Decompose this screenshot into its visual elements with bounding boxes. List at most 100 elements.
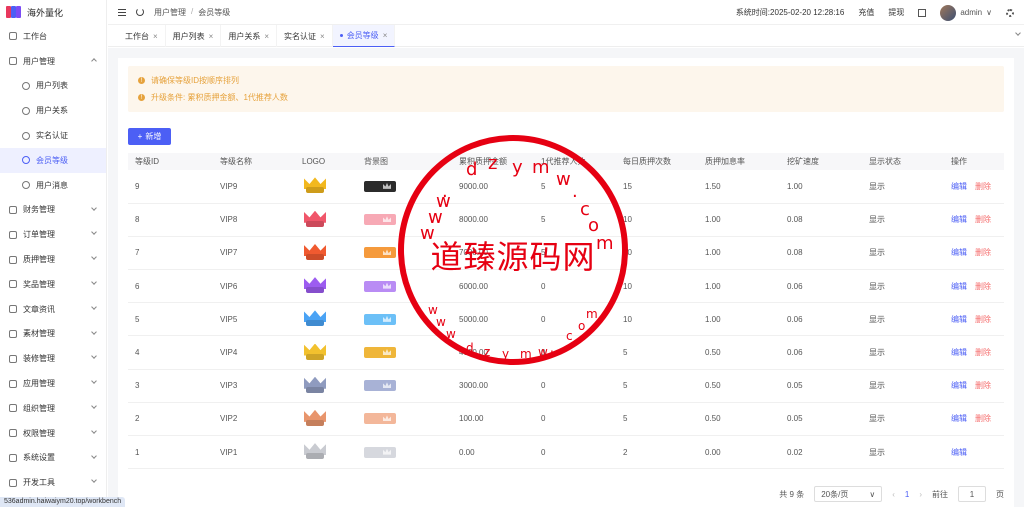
table-row: 2 VIP2 100.00 0 5 0.50 0.05 显示 编辑 删除 xyxy=(128,402,1004,437)
tab-item[interactable]: 用户关系 × xyxy=(221,25,278,47)
app-title: 海外量化 xyxy=(27,7,64,18)
sidebar-item[interactable]: 工作台 xyxy=(0,24,106,49)
tab-item[interactable]: 用户列表 × xyxy=(166,25,222,47)
edit-button[interactable]: 编辑 xyxy=(951,380,967,391)
sidebar-item[interactable]: 用户关系 xyxy=(0,98,106,123)
close-icon[interactable]: × xyxy=(209,32,214,41)
edit-button[interactable]: 编辑 xyxy=(951,314,967,325)
sidebar-item[interactable]: 奖品管理 xyxy=(0,272,106,297)
breadcrumb-item[interactable]: 用户管理 xyxy=(154,7,186,18)
edit-button[interactable]: 编辑 xyxy=(951,413,967,424)
sidebar-item[interactable]: 开发工具 xyxy=(0,470,106,495)
tab-item[interactable]: 实名认证 × xyxy=(277,25,333,47)
delete-button[interactable]: 删除 xyxy=(975,247,991,258)
actions-cell: 编辑 删除 xyxy=(944,369,1004,403)
recharge-link[interactable]: 充值 xyxy=(858,7,874,18)
breadcrumb-item: 会员等级 xyxy=(198,7,231,17)
logo-cell xyxy=(295,170,357,204)
delete-button[interactable]: 删除 xyxy=(975,347,991,358)
delete-button[interactable]: 删除 xyxy=(975,281,991,292)
actions-cell: 编辑 删除 xyxy=(944,170,1004,204)
delete-button[interactable]: 删除 xyxy=(975,314,991,325)
fullscreen-icon[interactable] xyxy=(918,8,927,17)
sidebar-item[interactable]: 质押管理 xyxy=(0,247,106,272)
page-number-current[interactable]: 1 xyxy=(905,490,909,499)
sidebar-item[interactable]: 用户消息 xyxy=(0,173,106,198)
actions-cell: 编辑 删除 xyxy=(944,335,1004,370)
mining-speed-cell: 0.08 xyxy=(780,203,862,237)
edit-button[interactable]: 编辑 xyxy=(951,247,967,258)
sidebar-item[interactable]: 组织管理 xyxy=(0,396,106,421)
sidebar-item[interactable]: 应用管理 xyxy=(0,371,106,396)
sidebar-item-label: 组织管理 xyxy=(23,403,55,413)
interest-rate-cell: 1.00 xyxy=(698,203,780,237)
sidebar-item[interactable]: 装修管理 xyxy=(0,346,106,371)
actions-cell: 编辑 删除 xyxy=(944,203,1004,237)
table-header-row: 等级ID 等级名称 LOGO 背景图 累积质押金额 1代推荐人数 每日质押次数 质押加息率 挖矿… xyxy=(128,153,1004,170)
edit-button[interactable]: 编辑 xyxy=(951,181,967,192)
delete-button[interactable]: 删除 xyxy=(975,181,991,192)
pagination-total: 共 9 条 xyxy=(779,489,805,499)
plus-icon: + xyxy=(137,132,143,141)
withdraw-link[interactable]: 提现 xyxy=(888,7,904,18)
sidebar-item[interactable]: 系统设置 xyxy=(0,446,106,471)
sidebar-item[interactable]: 实名认证 xyxy=(0,123,106,148)
delete-button[interactable]: 删除 xyxy=(975,214,991,225)
sidebar-item[interactable]: 财务管理 xyxy=(0,198,106,223)
close-icon[interactable]: × xyxy=(320,32,325,41)
goto-suffix: 页 xyxy=(996,489,1004,499)
close-icon[interactable]: × xyxy=(383,31,388,40)
close-icon[interactable]: × xyxy=(264,32,269,41)
app-logo[interactable]: 海外量化 xyxy=(0,0,106,24)
refresh-icon[interactable] xyxy=(136,8,144,16)
sidebar-item[interactable]: 会员等级 xyxy=(0,147,106,173)
delete-button[interactable]: 删除 xyxy=(975,413,991,424)
daily-stake-cell: 5 xyxy=(616,369,698,403)
chevron-down-icon xyxy=(91,452,97,459)
edit-button[interactable]: 编辑 xyxy=(951,347,967,358)
sidebar-menu: 工作台 用户管理 用户列表 用户关系 实名认证 会员等级 用户消息财务管理订单管理 质押管理奖… xyxy=(0,24,106,495)
chevron-down-icon xyxy=(91,229,97,236)
background-cell xyxy=(357,335,452,370)
crown-icon xyxy=(302,443,328,461)
next-page-icon[interactable]: › xyxy=(919,490,922,499)
crown-icon xyxy=(302,177,328,195)
page-size-select[interactable]: 20条/页 ∨ xyxy=(814,486,883,502)
chevron-down-icon[interactable] xyxy=(1015,30,1021,36)
close-icon[interactable]: × xyxy=(153,32,158,41)
sidebar-item[interactable]: 订单管理 xyxy=(0,222,106,247)
menu-toggle-icon[interactable] xyxy=(118,8,126,16)
tab-item[interactable]: 会员等级 × xyxy=(332,25,396,47)
crown-icon xyxy=(302,343,328,362)
user-menu[interactable]: admin ∨ xyxy=(940,4,992,21)
level-name-cell: VIP7 xyxy=(213,236,295,271)
page-size-value: 20条/页 xyxy=(821,489,849,499)
crown-icon xyxy=(302,376,328,395)
chevron-down-icon xyxy=(91,403,97,409)
sidebar-item[interactable]: 用户管理 xyxy=(0,49,106,74)
add-button[interactable]: + 新增 xyxy=(128,128,171,145)
sidebar-item[interactable]: 文章资讯 xyxy=(0,297,106,322)
rocket-icon xyxy=(22,156,30,165)
background-thumbnail xyxy=(364,313,396,325)
edit-button[interactable]: 编辑 xyxy=(951,447,967,458)
sidebar-item-label: 财务管理 xyxy=(23,205,55,215)
prev-page-icon[interactable]: ‹ xyxy=(892,490,895,499)
edit-button[interactable]: 编辑 xyxy=(951,214,967,225)
tab-item[interactable]: 工作台 × xyxy=(118,25,166,47)
sidebar-item-label: 开发工具 xyxy=(23,478,55,488)
background-thumbnail xyxy=(364,347,396,359)
sidebar-item[interactable]: 权限管理 xyxy=(0,421,106,446)
level-name-cell: VIP5 xyxy=(213,302,295,337)
row-actions: 编辑 删除 xyxy=(951,281,1004,292)
edit-button[interactable]: 编辑 xyxy=(951,281,967,292)
column-header: 质押加息率 xyxy=(698,153,780,170)
sidebar-item[interactable]: 用户列表 xyxy=(0,74,106,99)
sidebar-item[interactable]: 素材管理 xyxy=(0,322,106,347)
settings-gear-icon[interactable] xyxy=(1006,8,1014,17)
delete-button[interactable]: 删除 xyxy=(975,380,991,391)
goto-page-input[interactable]: 1 xyxy=(958,486,986,502)
level-id-cell: 4 xyxy=(128,335,213,370)
status-cell: 显示 xyxy=(862,435,944,470)
sidebar-item-label: 奖品管理 xyxy=(23,279,55,289)
